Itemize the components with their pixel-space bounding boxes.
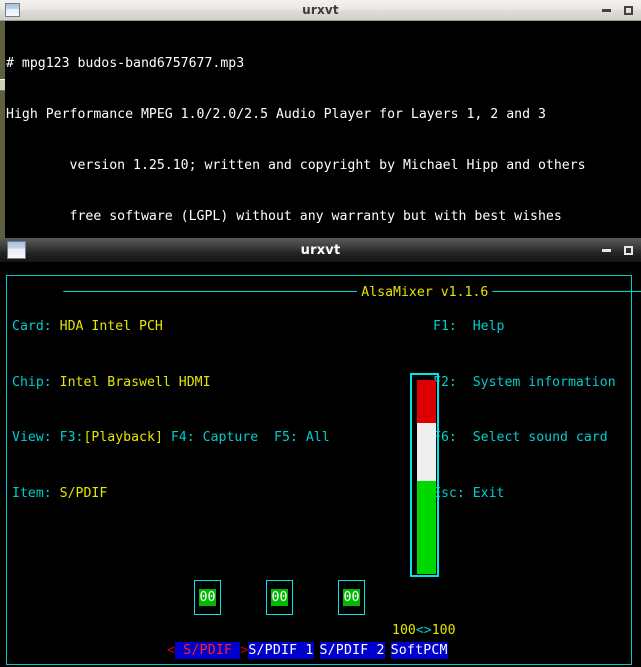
window-alsamixer[interactable]: urxvt ──────────────────────────────────… <box>0 238 641 667</box>
window-icon <box>7 241 26 259</box>
key-f1-label: Help <box>472 319 505 334</box>
item-chip-label: S/PDIF 1 <box>248 643 314 658</box>
channel-box-0[interactable]: 00 <box>194 580 221 615</box>
alsamixer-info-block: Card: HDA Intel PCH Chip: Intel Braswell… <box>12 281 330 540</box>
terminal-line: High Performance MPEG 1.0/2.0/2.5 Audio … <box>6 107 546 122</box>
volume-right-value: 100 <box>431 623 456 638</box>
view-label: View: <box>12 430 52 445</box>
minimize-icon[interactable] <box>602 248 611 252</box>
window-title-alsamixer: urxvt <box>300 242 341 258</box>
window-buttons-alsamixer <box>602 245 633 255</box>
channel-value: 00 <box>342 589 361 606</box>
key-row-f2[interactable]: F2: System information <box>433 374 616 393</box>
channel-value: 00 <box>270 589 289 606</box>
item-chip-spdif-1[interactable]: S/PDIF 1 <box>248 642 314 659</box>
chip-label: Chip: <box>12 374 52 390</box>
meter-segment-white <box>417 422 436 481</box>
titlebar-alsamixer[interactable]: urxvt <box>0 238 641 263</box>
terminal-line: free software (LGPL) without any warrant… <box>6 209 562 224</box>
prev-item-arrow[interactable]: < <box>167 643 175 658</box>
titlebar-terminal[interactable]: urxvt <box>0 0 641 21</box>
alsamixer-keyhelp-block: F1: Help F2: System information F6: Sele… <box>433 281 616 540</box>
key-f1: F1: <box>433 319 457 334</box>
volume-left-value: 100 <box>392 623 416 638</box>
item-chip-label: S/PDIF 2 <box>319 643 385 658</box>
maximize-icon[interactable] <box>624 245 633 255</box>
chip-value: Intel Braswell HDMI <box>59 374 211 390</box>
terminal-scrollbar[interactable] <box>0 21 5 238</box>
maximize-icon[interactable] <box>624 5 633 15</box>
terminal-body-alsamixer[interactable]: ───────────────────────────────────── Als… <box>0 263 641 667</box>
view-f3-key[interactable]: F3: <box>60 430 84 445</box>
item-chip-label: S/PDIF <box>183 643 233 658</box>
minimize-icon[interactable] <box>602 8 611 12</box>
meter-segment-green <box>417 480 436 574</box>
window-terminal[interactable]: urxvt # mpg123 budos-band6757677.mp3 Hig… <box>0 0 641 238</box>
view-other-keys[interactable]: F4: Capture F5: All <box>171 430 330 445</box>
volume-meter-bar[interactable] <box>410 373 439 577</box>
desktop-screen: urxvt # mpg123 budos-band6757677.mp3 Hig… <box>0 0 641 667</box>
key-row-f1[interactable]: F1: Help <box>433 318 616 337</box>
item-label: Item: <box>12 485 52 501</box>
window-icon <box>5 3 20 17</box>
terminal-line: version 1.25.10; written and copyright b… <box>6 158 586 173</box>
dual-volume-readout: 100<>100 <box>392 622 456 639</box>
key-row-esc[interactable]: Esc: Exit <box>433 485 616 504</box>
channel-box-2[interactable]: 00 <box>338 580 365 615</box>
channel-box-1[interactable]: 00 <box>266 580 293 615</box>
card-value: HDA Intel PCH <box>59 319 163 334</box>
info-row-item: Item: S/PDIF <box>12 485 330 504</box>
terminal-output: # mpg123 budos-band6757677.mp3 High Perf… <box>6 21 586 238</box>
item-chip-spdif-2[interactable]: S/PDIF 2 <box>319 642 385 659</box>
key-f6-label: Select sound card <box>472 430 608 445</box>
terminal-line: # mpg123 budos-band6757677.mp3 <box>6 56 245 71</box>
volume-meter-fill <box>417 380 436 574</box>
item-selector-row[interactable]: < S/PDIF >S/PDIF 1 S/PDIF 2 SoftPCM <box>167 641 448 660</box>
window-title-terminal: urxvt <box>302 3 339 17</box>
info-row-chip: Chip: Intel Braswell HDMI <box>12 374 330 393</box>
channel-value: 00 <box>198 589 217 606</box>
window-buttons-terminal <box>602 5 633 15</box>
volume-separator: <> <box>415 623 432 638</box>
card-label: Card: <box>12 319 52 334</box>
meter-segment-red <box>417 380 436 423</box>
item-chip-softpcm[interactable]: SoftPCM <box>390 642 448 659</box>
key-row-f6[interactable]: F6: Select sound card <box>433 429 616 448</box>
key-esc-label: Exit <box>472 485 505 501</box>
terminal-body-mpg123[interactable]: # mpg123 budos-band6757677.mp3 High Perf… <box>0 21 641 238</box>
item-chip-label: SoftPCM <box>390 643 448 658</box>
item-chip-spdif[interactable]: S/PDIF <box>175 642 241 659</box>
info-row-card: Card: HDA Intel PCH <box>12 318 330 337</box>
scrollbar-thumb[interactable] <box>0 79 5 91</box>
info-row-view[interactable]: View: F3:[Playback] F4: Capture F5: All <box>12 429 330 448</box>
item-value: S/PDIF <box>59 485 108 501</box>
key-f2-label: System information <box>472 374 616 390</box>
view-f3-value[interactable]: [Playback] <box>83 430 162 445</box>
